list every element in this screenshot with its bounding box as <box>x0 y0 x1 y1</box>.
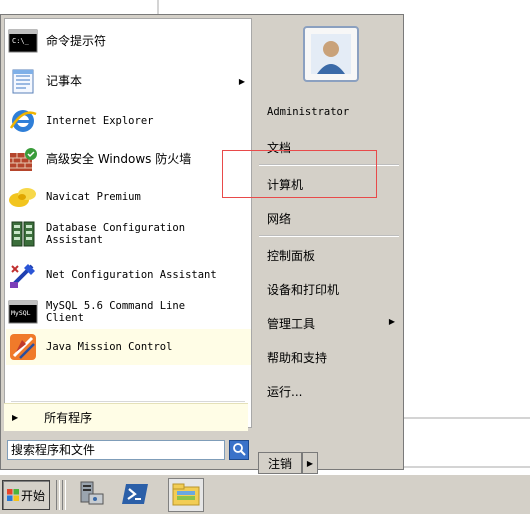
admin-tools-label: 管理工具 <box>267 317 316 331</box>
svg-text:C:\_: C:\_ <box>12 37 30 45</box>
program-navicat[interactable]: Navicat Premium <box>6 179 251 215</box>
start-label: 开始 <box>20 488 45 503</box>
search-icon <box>232 442 246 459</box>
program-internet-explorer[interactable]: Internet Explorer <box>6 103 251 139</box>
program-net-configuration-assistant[interactable]: Net Configuration Assistant <box>6 257 251 293</box>
windows-logo-icon <box>6 489 19 501</box>
explorer-icon <box>171 481 201 510</box>
taskbar-separator <box>56 480 60 510</box>
start-menu: C:\_ 命令提示符 记事本 ▶ Internet Explorer 高级安全 … <box>0 14 404 474</box>
server-manager-icon <box>75 480 105 511</box>
db-config-icon <box>6 217 40 251</box>
shutdown-options-button[interactable]: ▶ <box>302 452 318 474</box>
taskbar-server-manager[interactable] <box>72 478 108 512</box>
program-database-configuration-assistant[interactable]: Database Configuration Assistant <box>6 215 251 253</box>
devices-printers-link[interactable]: 设备和打印机 <box>267 281 339 298</box>
program-java-mission-control[interactable]: Java Mission Control <box>6 329 251 365</box>
user-name-link[interactable]: Administrator <box>267 106 349 118</box>
start-button[interactable]: 开始 <box>2 480 50 510</box>
help-support-link[interactable]: 帮助和支持 <box>267 349 327 366</box>
places-pane: Administrator 文档 计算机 网络 控制面板 设备和打印机 管理工具… <box>255 18 401 428</box>
mysql-icon: MySQL <box>6 295 40 329</box>
taskbar-separator <box>62 480 66 510</box>
net-config-icon <box>6 258 40 292</box>
separator <box>11 401 245 402</box>
arrow-right-icon: ▶ <box>306 458 314 468</box>
avatar[interactable] <box>303 26 359 82</box>
java-mission-control-icon <box>6 330 40 364</box>
taskbar: 开始 <box>0 474 530 514</box>
program-notepad[interactable]: 记事本 ▶ <box>6 63 251 99</box>
expand-arrow-icon: ▶ <box>12 413 19 422</box>
search-placeholder: 搜索程序和文件 <box>11 443 96 457</box>
programs-pane: C:\_ 命令提示符 记事本 ▶ Internet Explorer 高级安全 … <box>4 18 252 428</box>
background-line <box>404 417 530 419</box>
cmd-icon: C:\_ <box>6 24 40 58</box>
all-programs-button[interactable]: ▶ 所有程序 <box>4 403 248 431</box>
logoff-button[interactable]: 注销 <box>258 452 302 474</box>
submenu-arrow-icon: ▶ <box>388 317 395 326</box>
program-cmd[interactable]: C:\_ 命令提示符 <box>6 23 251 59</box>
control-panel-link[interactable]: 控制面板 <box>267 247 315 264</box>
taskbar-explorer[interactable] <box>168 478 204 512</box>
notepad-icon <box>6 64 40 98</box>
background-line <box>157 0 159 14</box>
ie-icon <box>6 104 40 138</box>
highlight-annotation-box <box>222 150 377 198</box>
run-link[interactable]: 运行... <box>267 383 302 400</box>
svg-text:MySQL: MySQL <box>11 309 31 317</box>
taskbar-powershell[interactable] <box>118 478 154 512</box>
logoff-label: 注销 <box>267 456 292 471</box>
submenu-arrow-icon: ▶ <box>238 76 245 86</box>
admin-tools-menu[interactable]: 管理工具 ▶ <box>255 313 401 333</box>
powershell-icon <box>122 482 150 509</box>
network-link[interactable]: 网络 <box>267 210 291 227</box>
program-firewall[interactable]: 高级安全 Windows 防火墙 <box>6 141 251 177</box>
separator <box>259 235 399 237</box>
search-input[interactable]: 搜索程序和文件 <box>7 440 225 460</box>
firewall-icon <box>6 142 40 176</box>
search-button[interactable] <box>229 440 249 460</box>
navicat-icon <box>6 180 40 214</box>
program-mysql-command-line[interactable]: MySQL MySQL 5.6 Command Line Client <box>6 293 251 331</box>
background-line <box>404 466 530 468</box>
